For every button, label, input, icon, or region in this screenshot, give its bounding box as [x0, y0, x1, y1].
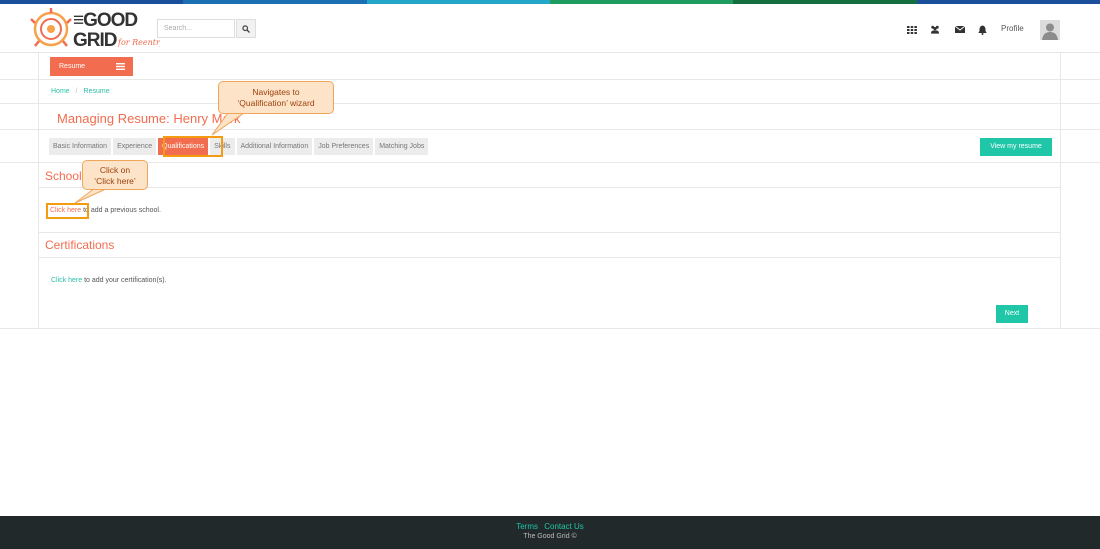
tab-callout-line1: Navigates to — [252, 87, 300, 97]
tab-callout: Navigates to ‘Qualification’ wizard — [218, 81, 334, 114]
footer-copyright: The Good Grid © — [523, 533, 577, 540]
click-here-callout: Click on ‘Click here’ — [82, 160, 148, 190]
footer-contact-link[interactable]: Contact Us — [544, 522, 584, 531]
footer: Terms Contact Us The Good Grid © — [0, 516, 1100, 549]
callout-pointers — [74, 112, 246, 204]
click-callout-line2: ‘Click here’ — [94, 176, 136, 186]
tab-callout-line2: ‘Qualification’ wizard — [237, 98, 315, 108]
click-callout-line1: Click on — [99, 165, 131, 175]
footer-terms-link[interactable]: Terms — [516, 522, 538, 531]
